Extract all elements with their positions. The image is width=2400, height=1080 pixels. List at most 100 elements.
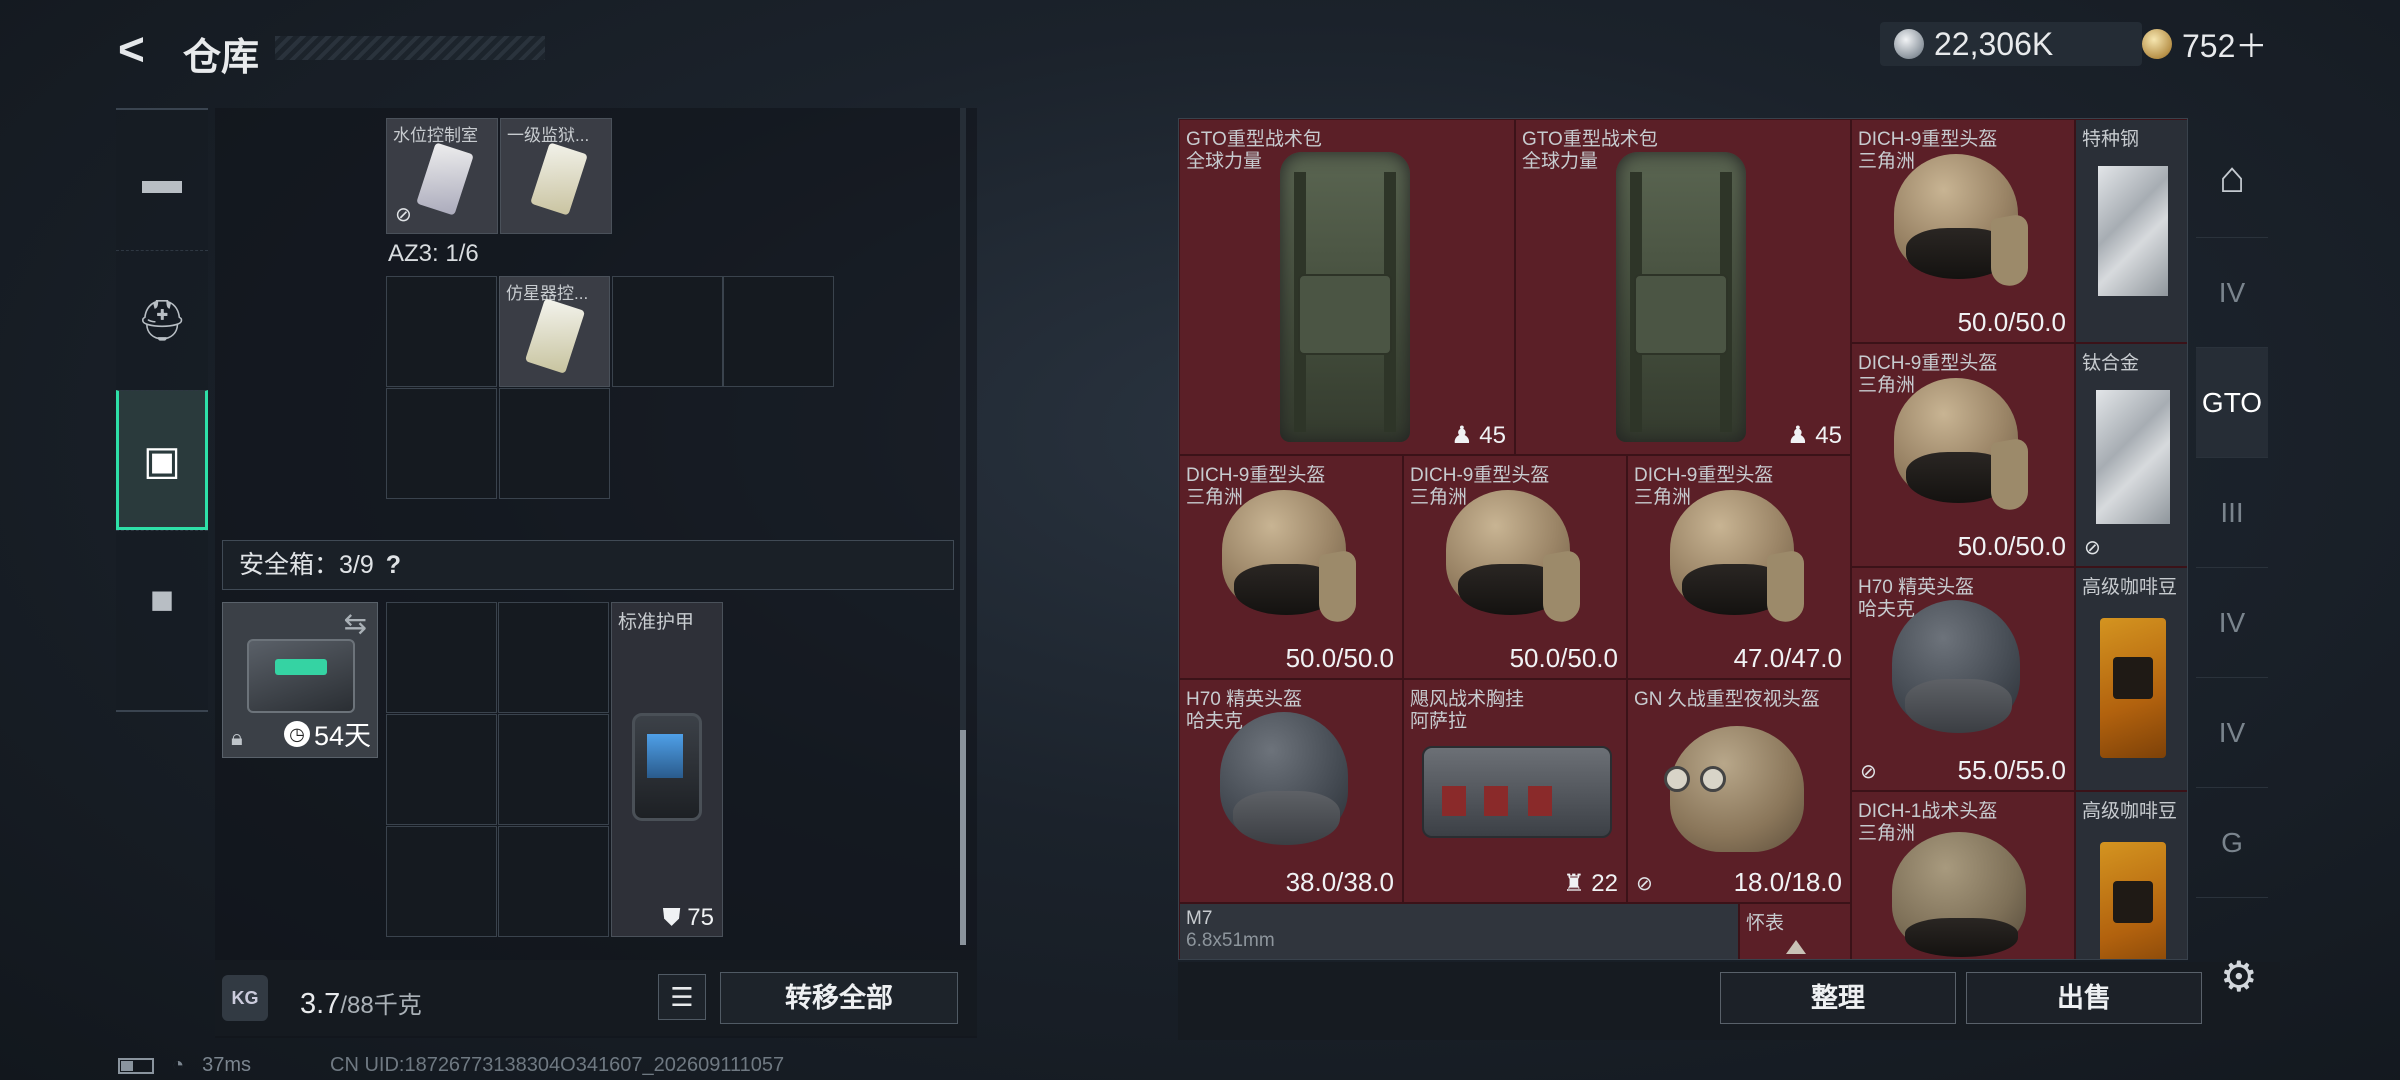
stash-home-tab[interactable]: ⌂ — [2196, 118, 2268, 238]
stash-tab-2[interactable]: GTO — [2196, 348, 2268, 458]
item-durability: 50.0/50.0 — [1509, 643, 1618, 673]
item-count: ♟ 45 — [1787, 422, 1842, 449]
safe-case[interactable]: ⇆ 🔒︎ ◷ 54天 — [222, 602, 378, 758]
item-water-control-key[interactable]: 水位控制室 ⊘ — [386, 118, 498, 234]
safebox-header: 安全箱：3/9? — [222, 540, 954, 590]
grid-cell[interactable] — [498, 714, 609, 825]
stash-item[interactable]: 高级咖啡豆 — [2075, 791, 2187, 959]
currency-silver[interactable]: 22,306K — [1880, 22, 2142, 66]
stash-item[interactable]: GTO重型战术包 全球力量 ♟ 45 — [1515, 119, 1851, 455]
stash-item[interactable]: H70 精英头盔 哈夫克 38.0/38.0 — [1179, 679, 1403, 903]
grid-cell[interactable] — [499, 388, 610, 499]
stash-tab-1[interactable]: IV — [2196, 238, 2268, 348]
stash-item[interactable]: DICH-9重型头盔 三角洲 50.0/50.0 — [1851, 343, 2075, 567]
swap-icon[interactable]: ⇆ — [344, 607, 367, 640]
stash-item[interactable]: DICH-1战术头盔 三角洲 — [1851, 791, 2075, 959]
shield-icon: ⛊ — [662, 904, 681, 931]
item-name: GN 久战重型夜视头盔 — [1634, 689, 1820, 710]
backpack-image — [1280, 152, 1410, 442]
item-name: 水位控制室 — [393, 126, 478, 145]
stash-item[interactable]: 飓风战术胸挂 阿萨拉 ♜ 22 — [1403, 679, 1627, 903]
stash-item[interactable]: DICH-9重型头盔 三角洲 50.0/50.0 — [1403, 455, 1627, 679]
keycard-image — [524, 298, 586, 374]
stash-item[interactable]: 钛合金 ⊘ — [2075, 343, 2187, 567]
currency-gold[interactable]: 752＋ — [2128, 22, 2300, 66]
help-icon[interactable]: ? — [386, 551, 401, 579]
backpack-scroll-thumb[interactable] — [960, 730, 966, 945]
item-sub: 哈夫克 — [1858, 599, 1916, 620]
grid-cell[interactable] — [386, 388, 497, 499]
nav-armor[interactable]: ⛑ — [116, 250, 208, 390]
coffee-image — [2100, 618, 2166, 758]
item-sub: 三角洲 — [1858, 375, 1916, 396]
item-prison-key[interactable]: 一级监狱... — [500, 118, 612, 234]
grid-cell[interactable] — [386, 714, 497, 825]
helmet-image — [1892, 600, 2020, 734]
pistol-icon: ▬ — [142, 157, 182, 202]
item-durability: 55.0/55.0 — [1957, 755, 2066, 785]
item-durability: 50.0/50.0 — [1957, 531, 2066, 561]
no-insure-icon: ⊘ — [1860, 761, 1877, 783]
nav-weapons[interactable]: ▬ — [116, 110, 208, 250]
capacity-icon: ♟ — [1451, 422, 1473, 449]
item-durability: 50.0/50.0 — [1957, 307, 2066, 337]
item-stellarator-key[interactable]: 仿星器控... — [499, 276, 610, 387]
stash-item[interactable]: H70 精英头盔 哈夫克 ⊘ 55.0/55.0 — [1851, 567, 2075, 791]
stash-tab-nav: ⌂ IV GTO III IV IV G — [2196, 118, 2272, 960]
uid-text: CN UID:18726773138304O341607_20260911105… — [330, 1054, 785, 1076]
tab-tier-label: IV — [2218, 716, 2246, 748]
nav-backpack[interactable]: ▣ — [116, 390, 208, 530]
stash-item[interactable]: M7 6.8x51mm — [1179, 903, 1739, 959]
stash-item[interactable]: GTO重型战术包 全球力量 ♟ 45 — [1179, 119, 1515, 455]
titanium-image — [2096, 390, 2170, 524]
page-title: 仓库 — [183, 37, 260, 79]
stash-tab-4[interactable]: IV — [2196, 568, 2268, 678]
stash-item[interactable]: 特种钢 — [2075, 119, 2187, 343]
silver-coin-icon — [1894, 29, 1924, 59]
helmet-image — [1222, 490, 1356, 626]
tab-tier-label: IV — [2218, 606, 2246, 638]
stash-item[interactable]: DICH-9重型头盔 三角洲 50.0/50.0 — [1851, 119, 2075, 343]
gold-coin-icon — [2142, 29, 2172, 59]
grid-cell[interactable] — [723, 276, 834, 387]
grid-cell[interactable] — [612, 276, 723, 387]
stash-tab-3[interactable]: III — [2196, 458, 2268, 568]
transfer-all-button[interactable]: 转移全部 — [720, 972, 958, 1024]
grid-cell[interactable] — [386, 276, 497, 387]
item-sub: 三角洲 — [1186, 487, 1244, 508]
item-durability: 38.0/38.0 — [1285, 867, 1394, 897]
tab-tier-label: III — [2220, 496, 2244, 528]
currency-silver-value: 22,306K — [1934, 25, 2054, 62]
sort-button[interactable]: 整理 — [1720, 972, 1956, 1024]
grid-cell[interactable] — [498, 826, 609, 937]
currency-gold-value: 752＋ — [2182, 28, 2268, 64]
stash-item[interactable]: DICH-9重型头盔 三角洲 50.0/50.0 — [1179, 455, 1403, 679]
stash-item[interactable]: GN 久战重型夜视头盔 ⊘ 18.0/18.0 — [1627, 679, 1851, 903]
stash-item[interactable]: 怀表 — [1739, 903, 1851, 959]
item-name: 特种钢 — [2082, 129, 2140, 150]
stash-item[interactable]: DICH-9重型头盔 三角洲 47.0/47.0 — [1627, 455, 1851, 679]
stash-item[interactable]: 高级咖啡豆 — [2075, 567, 2187, 791]
item-durability: 50.0/50.0 — [1285, 643, 1394, 673]
item-standard-armor[interactable]: 标准护甲 ⛊ 75 — [611, 602, 723, 937]
stash-tab-6[interactable]: G — [2196, 788, 2268, 898]
grid-cell[interactable] — [386, 602, 497, 713]
item-name: M7 — [1186, 908, 1213, 929]
briefcase-icon: ■ — [149, 578, 175, 622]
no-insure-icon: ⊘ — [1636, 873, 1653, 895]
nav-case[interactable]: ■ — [116, 530, 208, 670]
list-view-button[interactable]: ☰ — [658, 974, 706, 1020]
keycard-image — [530, 142, 588, 216]
status-bar: ◔ 37ms — [118, 1054, 251, 1077]
grid-cell[interactable] — [386, 826, 497, 937]
grid-cell[interactable] — [498, 602, 609, 713]
item-name: 高级咖啡豆 — [2082, 577, 2178, 598]
category-nav: ▬ ⛑ ▣ ■ — [116, 108, 208, 712]
stash-tab-5[interactable]: IV — [2196, 678, 2268, 788]
back-arrow-icon[interactable]: < — [118, 24, 158, 74]
chest-rig-image — [1422, 746, 1612, 838]
sell-button[interactable]: 出售 — [1966, 972, 2202, 1024]
title-decoration — [275, 36, 545, 60]
coffee-image — [2100, 842, 2166, 959]
gear-icon[interactable]: ⚙ — [2220, 952, 2258, 1001]
